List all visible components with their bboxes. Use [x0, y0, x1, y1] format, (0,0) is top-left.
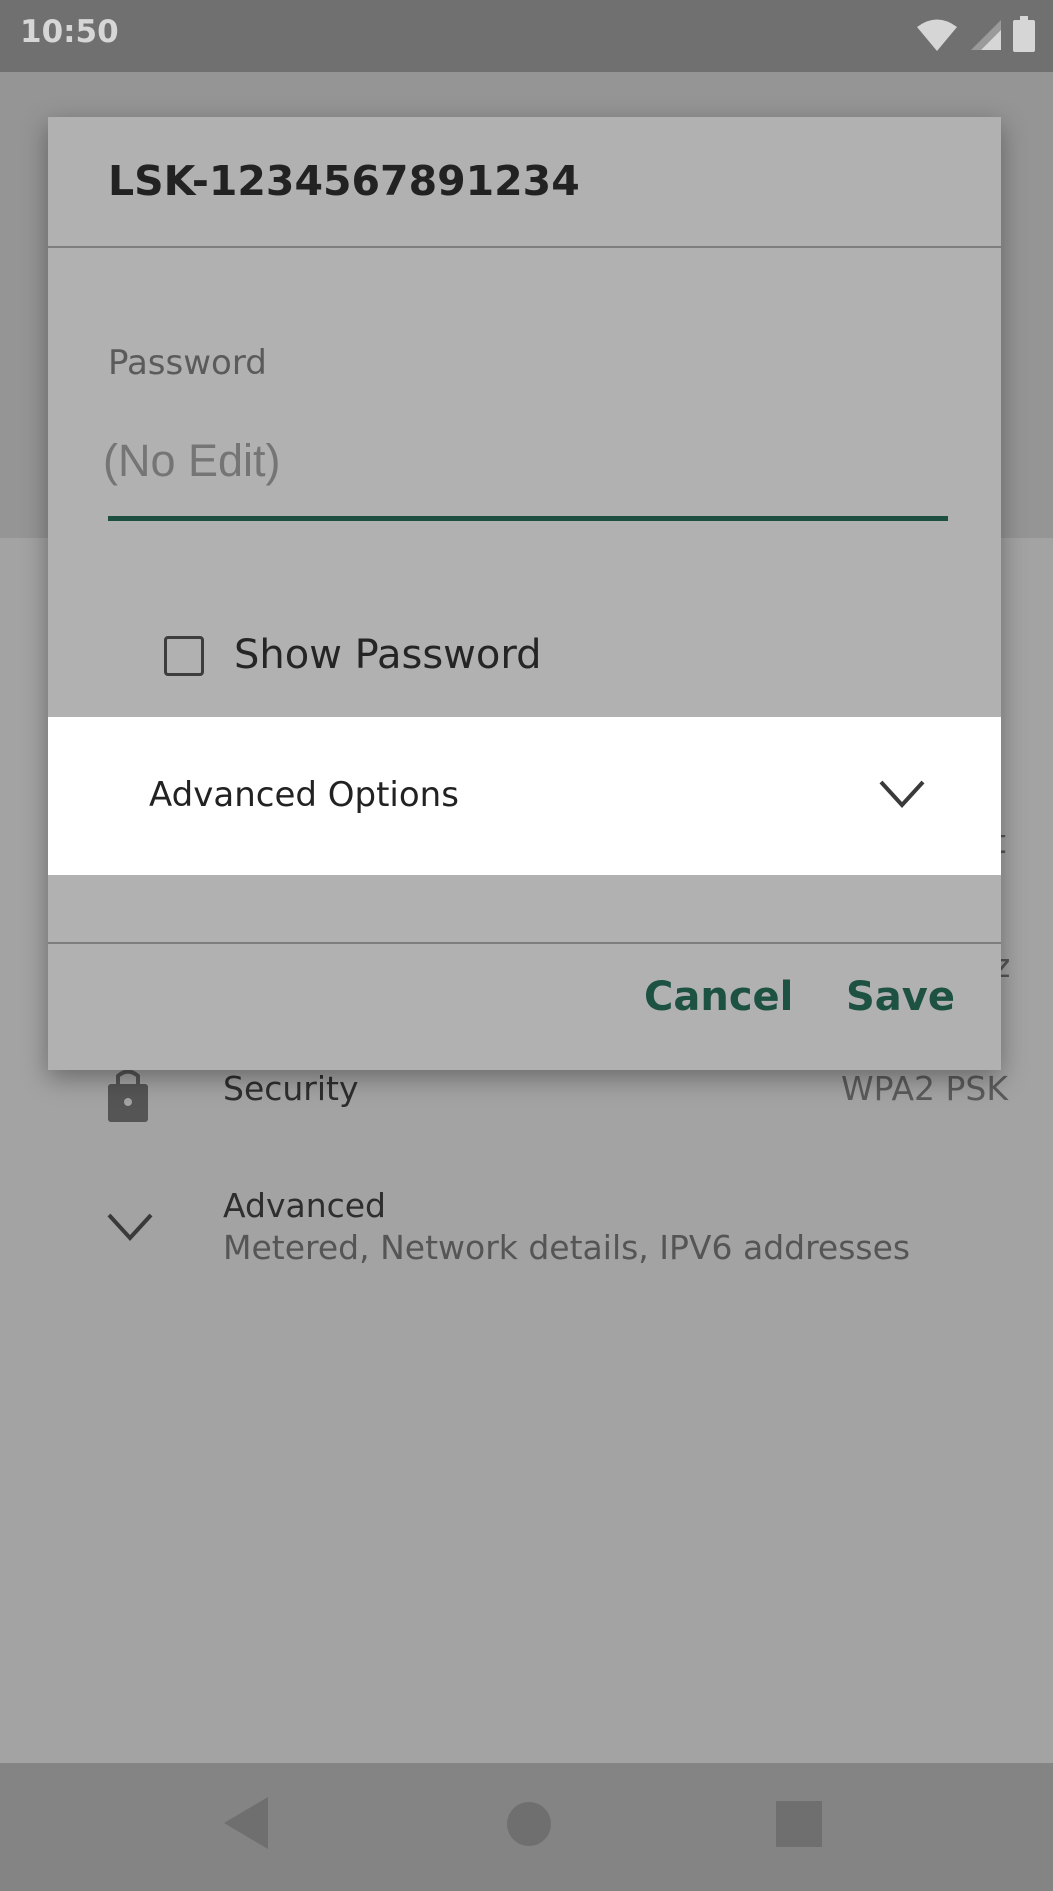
wifi-dialog: LSK-1234567891234 Password Show Password… [48, 117, 1001, 1070]
status-bar: 10:50 [0, 0, 1053, 72]
save-button[interactable]: Save [846, 974, 955, 1020]
password-input[interactable] [103, 435, 948, 487]
security-row[interactable]: Security WPA2 PSK [0, 1060, 1053, 1160]
recents-icon[interactable] [776, 1801, 822, 1847]
show-password-checkbox[interactable] [164, 636, 204, 676]
password-label: Password [108, 343, 267, 383]
advanced-row[interactable]: Advanced Metered, Network details, IPV6 … [0, 1178, 1053, 1298]
navigation-bar [0, 1763, 1053, 1891]
wifi-icon [917, 19, 957, 51]
security-label: Security [223, 1069, 359, 1108]
show-password-label[interactable]: Show Password [234, 632, 541, 678]
security-value: WPA2 PSK [841, 1069, 1008, 1108]
divider [48, 246, 1001, 248]
status-icons [915, 16, 1035, 52]
signal-icon [971, 20, 1001, 50]
password-underline [108, 516, 948, 521]
advanced-sublabel: Metered, Network details, IPV6 addresses [223, 1228, 911, 1267]
battery-icon [1013, 16, 1035, 52]
back-icon[interactable] [222, 1795, 270, 1851]
cancel-button[interactable]: Cancel [644, 974, 793, 1020]
lock-icon [108, 1070, 148, 1122]
home-icon[interactable] [506, 1801, 552, 1847]
advanced-label: Advanced [223, 1186, 387, 1225]
chevron-down-icon [879, 780, 925, 808]
divider [48, 942, 1001, 944]
chevron-down-icon [107, 1213, 153, 1241]
dialog-title: LSK-1234567891234 [108, 157, 580, 205]
status-time: 10:50 [20, 14, 119, 50]
advanced-options-label: Advanced Options [149, 775, 459, 815]
advanced-options-dropdown[interactable]: Advanced Options [48, 717, 1001, 875]
